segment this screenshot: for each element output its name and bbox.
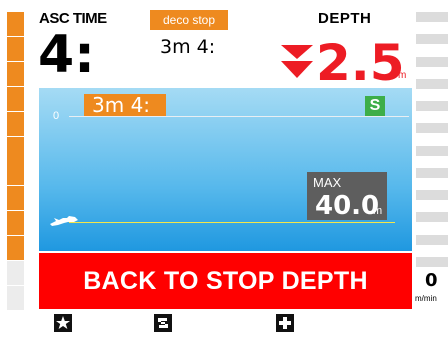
diver-icon — [50, 216, 78, 226]
depth-value: 2.5 — [316, 34, 405, 92]
rate-unit: m/min — [415, 294, 437, 303]
descent-rate-segment — [416, 123, 448, 134]
descent-rate-bar — [416, 12, 448, 267]
descent-rate-segment — [416, 145, 448, 156]
max-depth-label: MAX — [313, 175, 342, 190]
ascent-rate-segment — [7, 261, 24, 286]
status-badge: S — [365, 96, 385, 116]
deco-stop-badge: deco stop — [150, 10, 228, 30]
descent-rate-segment — [416, 190, 448, 201]
dive-computer-screen: ASC TIME 4: deco stop 3m 4: DEPTH 2.5 m … — [0, 0, 448, 338]
ascent-rate-segment — [7, 111, 24, 136]
double-chevron-down-icon — [281, 45, 313, 78]
ascent-rate-segment — [7, 285, 24, 310]
ascent-rate-segment — [7, 86, 24, 111]
ascent-rate-segment — [7, 136, 24, 161]
depth-label: DEPTH — [318, 10, 372, 27]
max-depth-unit: m — [373, 205, 383, 217]
max-depth-value: 40.0 — [315, 191, 380, 221]
max-depth-line — [69, 222, 395, 223]
descent-rate-segment — [416, 234, 448, 245]
dive-profile-panel: 0 3m 4: S MAX 40.0 m — [39, 88, 412, 251]
descent-rate-segment — [416, 101, 448, 112]
ascent-rate-bar — [7, 12, 24, 310]
deco-stop-value: 3m 4: — [160, 36, 216, 58]
warning-banner: BACK TO STOP DEPTH — [39, 253, 412, 309]
descent-rate-segment — [416, 167, 448, 178]
ascent-rate-segment — [7, 161, 24, 186]
star-icon[interactable] — [54, 314, 72, 332]
depth-unit: m — [398, 70, 407, 81]
ascent-rate-segment — [7, 12, 24, 36]
rate-value: 0 — [425, 270, 438, 291]
descent-rate-segment — [416, 212, 448, 223]
plus-icon[interactable] — [276, 314, 294, 332]
descent-rate-segment — [416, 56, 448, 67]
surface-depth-label: 0 — [53, 110, 60, 122]
ascent-rate-segment — [7, 186, 24, 211]
swap-icon[interactable] — [154, 314, 172, 332]
descent-rate-segment — [416, 78, 448, 89]
descent-rate-segment — [416, 34, 448, 45]
descent-rate-segment — [416, 12, 448, 22]
asc-time-value: 4: — [38, 25, 95, 85]
ascent-rate-segment — [7, 236, 24, 261]
stop-depth-badge: 3m 4: — [84, 94, 166, 116]
ascent-rate-segment — [7, 211, 24, 236]
ascent-rate-segment — [7, 61, 24, 86]
ascent-rate-segment — [7, 36, 24, 61]
descent-rate-segment — [416, 256, 448, 267]
max-depth-box: MAX 40.0 m — [307, 172, 387, 220]
